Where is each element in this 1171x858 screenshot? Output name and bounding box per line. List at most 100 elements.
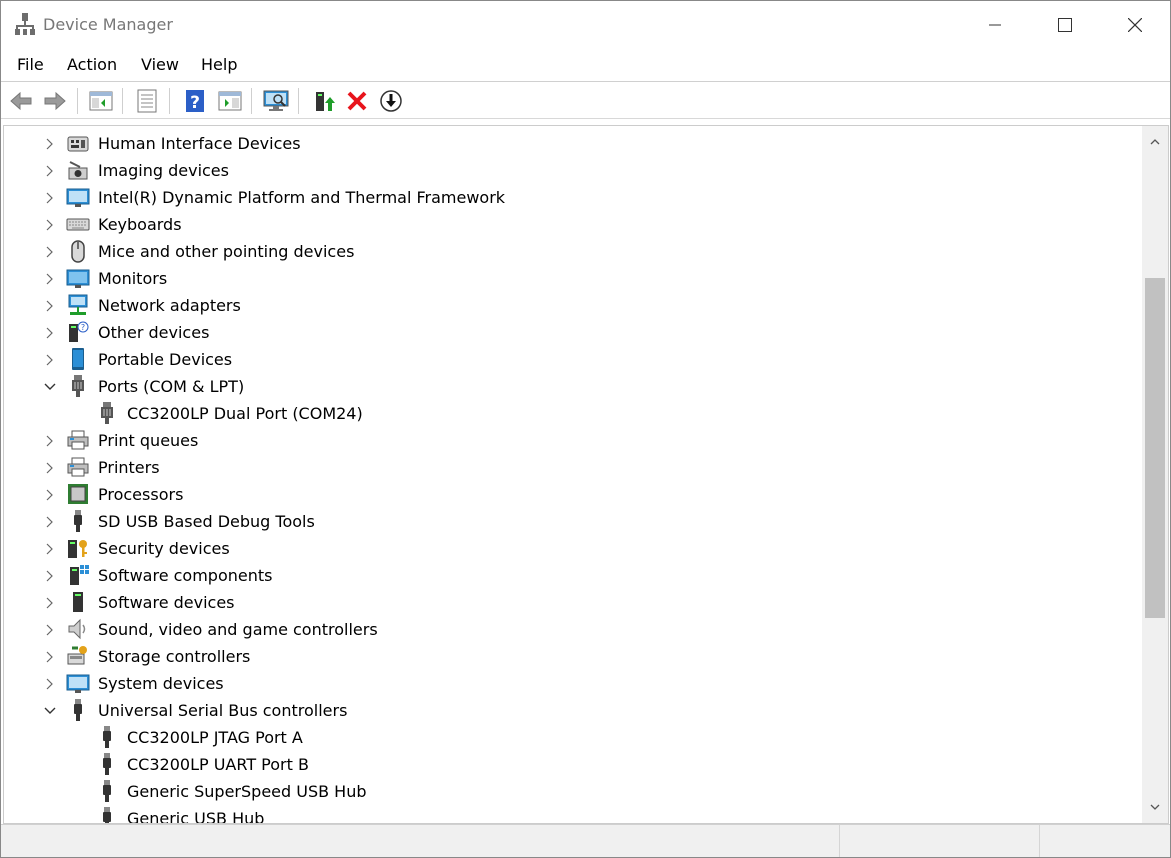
chevron-right-icon[interactable]	[43, 650, 57, 664]
tree-category-row[interactable]: System devices	[4, 670, 1142, 697]
chevron-right-icon[interactable]	[43, 353, 57, 367]
tree-row-label: Imaging devices	[98, 161, 229, 180]
show-hide-console-tree-button[interactable]	[87, 87, 115, 115]
chevron-right-icon[interactable]	[43, 191, 57, 205]
chevron-right-icon[interactable]	[43, 677, 57, 691]
tree-device-row[interactable]: CC3200LP Dual Port (COM24)	[4, 400, 1142, 427]
uninstall-device-button[interactable]	[343, 87, 371, 115]
tree-category-row[interactable]: Imaging devices	[4, 157, 1142, 184]
keyboard-icon	[66, 212, 90, 236]
tree-category-row[interactable]: Software devices	[4, 589, 1142, 616]
computer-icon	[66, 671, 90, 695]
chevron-down-icon[interactable]	[43, 380, 57, 394]
window-title: Device Manager	[43, 15, 173, 34]
menu-view[interactable]: View	[141, 55, 179, 74]
tree-device-row[interactable]: CC3200LP JTAG Port A	[4, 724, 1142, 751]
forward-button[interactable]	[41, 87, 69, 115]
minimize-button[interactable]	[960, 1, 1030, 48]
tree-row-label: SD USB Based Debug Tools	[98, 512, 315, 531]
chevron-right-icon[interactable]	[43, 542, 57, 556]
chevron-right-icon[interactable]	[43, 488, 57, 502]
printer-icon	[66, 455, 90, 479]
status-bar	[1, 824, 1170, 857]
disable-device-button[interactable]	[377, 87, 405, 115]
usb-icon	[66, 698, 90, 722]
tree-row-label: Software components	[98, 566, 273, 585]
toolbar-separator	[251, 88, 252, 114]
chevron-down-icon[interactable]	[43, 704, 57, 718]
tree-row-label: Security devices	[98, 539, 230, 558]
tree-category-row[interactable]: Keyboards	[4, 211, 1142, 238]
chevron-right-icon[interactable]	[43, 326, 57, 340]
tree-row-label: Generic SuperSpeed USB Hub	[127, 782, 367, 801]
back-icon	[10, 91, 32, 111]
tree-row-label: CC3200LP UART Port B	[127, 755, 309, 774]
chevron-right-icon[interactable]	[43, 515, 57, 529]
chevron-right-icon[interactable]	[43, 245, 57, 259]
chevron-right-icon[interactable]	[43, 272, 57, 286]
tree-category-row[interactable]: Ports (COM & LPT)	[4, 373, 1142, 400]
tree-category-row[interactable]: Software components	[4, 562, 1142, 589]
scan-hardware-button[interactable]	[262, 87, 290, 115]
scrollbar-thumb[interactable]	[1145, 278, 1165, 618]
tree-category-row[interactable]: Sound, video and game controllers	[4, 616, 1142, 643]
storage-icon	[66, 644, 90, 668]
chevron-right-icon[interactable]	[43, 299, 57, 313]
tree-category-row[interactable]: Universal Serial Bus controllers	[4, 697, 1142, 724]
tree-category-row[interactable]: ? Other devices	[4, 319, 1142, 346]
security-icon	[66, 536, 90, 560]
close-button[interactable]	[1100, 1, 1170, 48]
action-pane-button[interactable]	[216, 87, 244, 115]
maximize-button[interactable]	[1030, 1, 1100, 48]
properties-button[interactable]	[133, 87, 161, 115]
tree-row-label: Keyboards	[98, 215, 182, 234]
tree-category-row[interactable]: Intel(R) Dynamic Platform and Thermal Fr…	[4, 184, 1142, 211]
tree-category-row[interactable]: SD USB Based Debug Tools	[4, 508, 1142, 535]
help-button[interactable]: ?	[181, 87, 209, 115]
menu-file[interactable]: File	[17, 55, 44, 74]
tree-category-row[interactable]: Mice and other pointing devices	[4, 238, 1142, 265]
tree-device-row[interactable]: Generic SuperSpeed USB Hub	[4, 778, 1142, 805]
scroll-up-button[interactable]	[1142, 132, 1168, 152]
tree-category-row[interactable]: Monitors	[4, 265, 1142, 292]
menu-action[interactable]: Action	[67, 55, 117, 74]
chevron-right-icon[interactable]	[43, 596, 57, 610]
processor-icon	[66, 482, 90, 506]
disable-device-icon	[380, 90, 402, 112]
update-driver-button[interactable]	[310, 87, 338, 115]
minimize-icon	[989, 24, 1001, 25]
title-bar[interactable]: Device Manager	[1, 1, 1170, 48]
toolbar-separator	[122, 88, 123, 114]
scan-hardware-icon	[263, 90, 289, 111]
vertical-scrollbar[interactable]	[1142, 126, 1168, 823]
chevron-right-icon[interactable]	[43, 218, 57, 232]
menu-help[interactable]: Help	[201, 55, 237, 74]
tree-row-label: Portable Devices	[98, 350, 233, 369]
tree-category-row[interactable]: Storage controllers	[4, 643, 1142, 670]
usb-icon	[95, 725, 119, 749]
software-device-icon	[66, 590, 90, 614]
scroll-down-button[interactable]	[1142, 797, 1168, 817]
chevron-right-icon[interactable]	[43, 164, 57, 178]
status-segment	[1039, 825, 1170, 857]
chevron-right-icon[interactable]	[43, 434, 57, 448]
tree-device-row[interactable]: Generic USB Hub	[4, 805, 1142, 823]
software-component-icon	[66, 563, 90, 587]
chevron-right-icon[interactable]	[43, 137, 57, 151]
tree-category-row[interactable]: Human Interface Devices	[4, 130, 1142, 157]
tree-category-row[interactable]: Portable Devices	[4, 346, 1142, 373]
show-hide-console-tree-icon	[89, 91, 113, 111]
tree-category-row[interactable]: Print queues	[4, 427, 1142, 454]
tree-category-row[interactable]: Printers	[4, 454, 1142, 481]
tree-device-row[interactable]: CC3200LP UART Port B	[4, 751, 1142, 778]
back-button[interactable]	[7, 87, 35, 115]
tree-row-label: Network adapters	[98, 296, 241, 315]
tree-row-label: Mice and other pointing devices	[98, 242, 355, 261]
chevron-right-icon[interactable]	[43, 623, 57, 637]
tree-row-label: Other devices	[98, 323, 210, 342]
chevron-right-icon[interactable]	[43, 461, 57, 475]
chevron-right-icon[interactable]	[43, 569, 57, 583]
tree-category-row[interactable]: Security devices	[4, 535, 1142, 562]
tree-category-row[interactable]: Processors	[4, 481, 1142, 508]
tree-category-row[interactable]: Network adapters	[4, 292, 1142, 319]
